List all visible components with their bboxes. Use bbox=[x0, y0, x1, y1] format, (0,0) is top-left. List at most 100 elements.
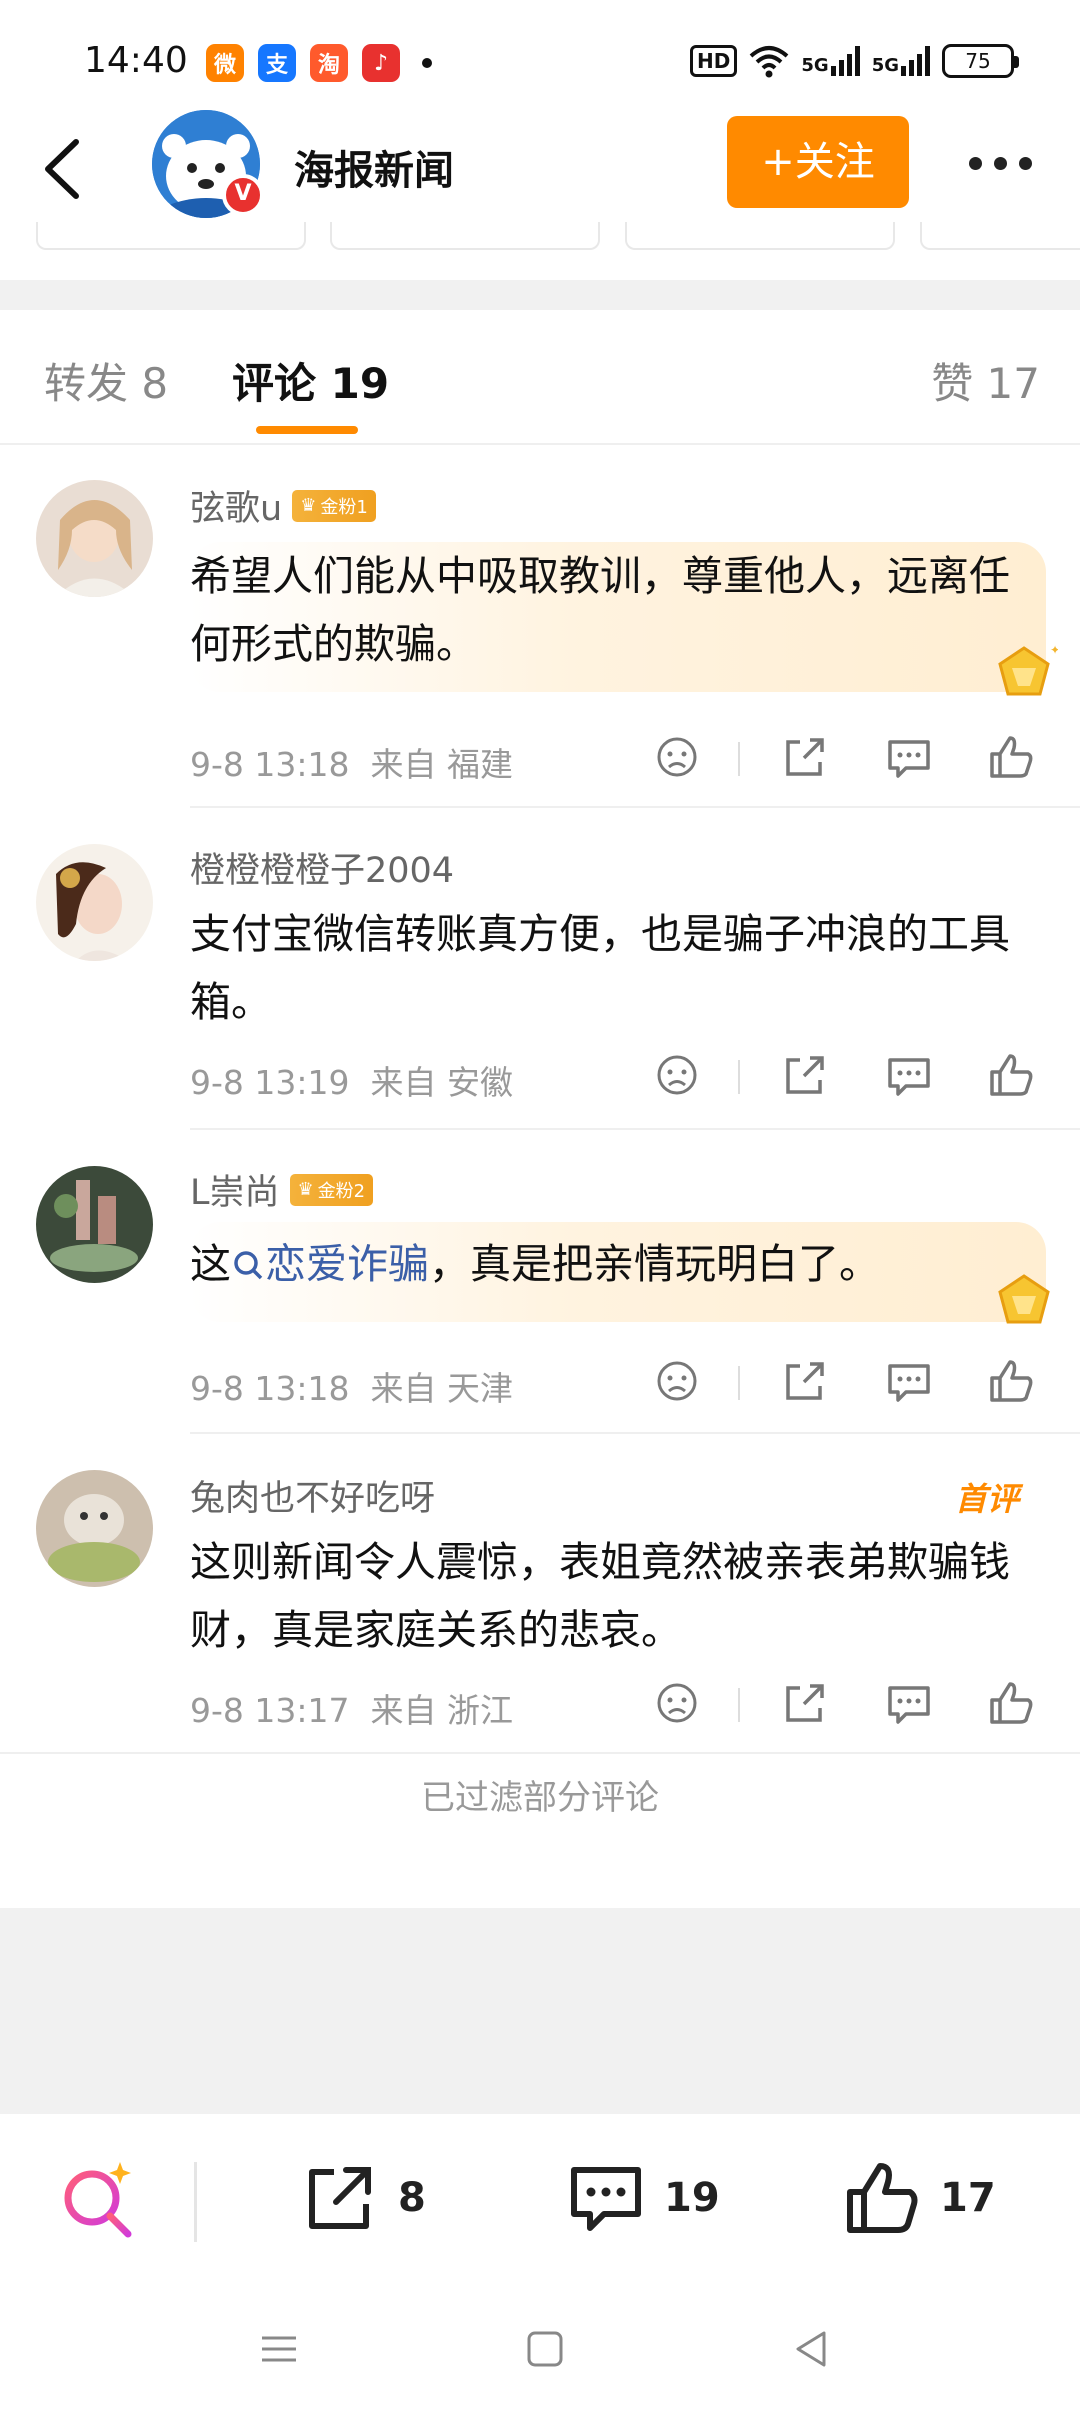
comment-actions bbox=[640, 1678, 1060, 1738]
status-indicators: HD 5G 5G 75 bbox=[690, 44, 1019, 78]
share-icon[interactable] bbox=[780, 1356, 830, 1406]
comment-username[interactable]: 橙橙橙橙子2004 bbox=[190, 842, 454, 893]
comment-text[interactable]: 这则新闻令人震惊，表姐竟然被亲表弟欺骗钱财，真是家庭关系的悲哀。 bbox=[190, 1528, 1040, 1664]
svg-text:✦: ✦ bbox=[1050, 643, 1058, 657]
super-search-icon[interactable] bbox=[58, 2154, 138, 2240]
media-card-strip bbox=[0, 222, 1080, 252]
more-options-icon[interactable] bbox=[960, 140, 1040, 186]
comment-actions bbox=[640, 732, 1060, 792]
comment-text[interactable]: 希望人们能从中吸取教训，尊重他人，远离任何形式的欺骗。 bbox=[190, 542, 1040, 678]
share-icon[interactable] bbox=[780, 1050, 830, 1100]
verified-badge-icon: V bbox=[222, 174, 264, 216]
comment-actions bbox=[640, 1050, 1060, 1110]
card-stub bbox=[330, 222, 600, 250]
hd-voice-icon: HD bbox=[690, 45, 738, 77]
reply-icon[interactable] bbox=[884, 1356, 934, 1406]
comment-count: 19 bbox=[664, 2175, 720, 2221]
comment-divider bbox=[190, 806, 1080, 808]
dislike-icon[interactable] bbox=[652, 732, 702, 782]
username-text: 兔肉也不好吃呀 bbox=[190, 1479, 436, 1519]
follow-button[interactable]: +关注 bbox=[727, 116, 909, 208]
dislike-icon[interactable] bbox=[652, 1356, 702, 1406]
filtered-comments-notice[interactable]: 已过滤部分评论 bbox=[0, 1770, 1080, 1819]
avatar[interactable] bbox=[36, 844, 153, 961]
battery-icon: 75 bbox=[942, 44, 1019, 78]
alipay-icon: 支 bbox=[258, 44, 296, 82]
back-triangle-icon[interactable] bbox=[786, 2324, 836, 2374]
back-arrow-icon[interactable] bbox=[36, 134, 96, 204]
topic-search-icon bbox=[234, 1251, 263, 1280]
gold-crown-icon bbox=[998, 1274, 1050, 1324]
avatar[interactable] bbox=[36, 1166, 153, 1283]
taobao-icon: 淘 bbox=[310, 44, 348, 82]
comment-divider bbox=[190, 1128, 1080, 1130]
system-nav-bar bbox=[0, 2284, 1080, 2414]
reply-icon[interactable] bbox=[884, 732, 934, 782]
share-icon[interactable] bbox=[780, 732, 830, 782]
comment-meta: 9-8 13:17 来自 浙江 bbox=[190, 1691, 513, 1730]
repost-count: 8 bbox=[398, 2175, 426, 2221]
tab-comments[interactable]: 评论 19 bbox=[232, 350, 389, 411]
active-tab-indicator bbox=[256, 426, 358, 434]
account-name[interactable]: 海报新闻 bbox=[294, 138, 454, 196]
menu-icon[interactable] bbox=[254, 2324, 304, 2374]
like-icon[interactable] bbox=[986, 1678, 1036, 1728]
fan-level-badge: 金粉2 bbox=[289, 1173, 374, 1206]
like-button[interactable]: 17 bbox=[842, 2158, 996, 2238]
like-icon[interactable] bbox=[986, 732, 1036, 782]
avatar[interactable] bbox=[36, 1470, 153, 1587]
repost-button[interactable]: 8 bbox=[300, 2158, 426, 2238]
more-notifications-dot bbox=[422, 58, 432, 68]
comment-button[interactable]: 19 bbox=[566, 2158, 720, 2238]
username-text: 橙橙橙橙子2004 bbox=[190, 851, 455, 891]
comment-icon bbox=[571, 2167, 641, 2231]
avatar[interactable] bbox=[36, 480, 153, 597]
comment-divider bbox=[0, 1752, 1080, 1754]
comment-actions bbox=[640, 1356, 1060, 1416]
repost-icon bbox=[309, 2167, 371, 2229]
top-nav-bar: V 海报新闻 +关注 bbox=[0, 110, 1080, 220]
section-gap bbox=[0, 280, 1080, 310]
tab-repost[interactable]: 转发 8 bbox=[44, 350, 168, 411]
action-divider bbox=[738, 742, 740, 776]
comment-meta: 9-8 13:18 来自 福建 bbox=[190, 745, 513, 784]
status-time: 14:40 bbox=[84, 40, 188, 81]
home-square-icon[interactable] bbox=[520, 2324, 570, 2374]
comment-meta: 9-8 13:19 来自 安徽 bbox=[190, 1063, 513, 1102]
card-stub bbox=[920, 222, 1080, 250]
thumbs-up-icon bbox=[847, 2163, 918, 2233]
comment-username[interactable]: 兔肉也不好吃呀 bbox=[190, 1470, 435, 1521]
signal-5g-icon-1: 5G bbox=[801, 46, 860, 76]
topic-link[interactable]: 恋爱诈骗 bbox=[231, 1240, 429, 1288]
wifi-icon bbox=[750, 46, 789, 78]
like-count: 17 bbox=[940, 2175, 996, 2221]
first-comment-badge: 首评 bbox=[955, 1480, 1020, 1518]
reply-icon[interactable] bbox=[884, 1678, 934, 1728]
tab-likes[interactable]: 赞 17 bbox=[931, 350, 1040, 411]
action-divider bbox=[738, 1060, 740, 1094]
music-icon: ♪ bbox=[362, 44, 400, 82]
action-divider bbox=[738, 1688, 740, 1722]
comment-text[interactable]: 支付宝微信转账真方便，也是骗子冲浪的工具箱。 bbox=[190, 900, 1040, 1036]
gold-crown-icon: ✦ bbox=[998, 643, 1058, 696]
reply-icon[interactable] bbox=[884, 1050, 934, 1100]
like-icon[interactable] bbox=[986, 1356, 1036, 1406]
empty-area bbox=[0, 1908, 1080, 2114]
like-icon[interactable] bbox=[986, 1050, 1036, 1100]
comment-text: 这恋爱诈骗，真是把亲情玩明白了。 bbox=[190, 1240, 880, 1288]
bottom-action-bar: 8 19 17 bbox=[0, 2114, 1080, 2284]
action-divider bbox=[738, 1366, 740, 1400]
comment-username[interactable]: L崇尚 金粉2 bbox=[190, 1164, 374, 1215]
dislike-icon[interactable] bbox=[652, 1050, 702, 1100]
username-text: L崇尚 bbox=[190, 1173, 280, 1213]
comment-username[interactable]: 弦歌u 金粉1 bbox=[190, 480, 376, 531]
dislike-icon[interactable] bbox=[652, 1678, 702, 1728]
card-stub bbox=[36, 222, 306, 250]
fan-level-badge: 金粉1 bbox=[292, 489, 376, 522]
notification-icons: 微 支 淘 ♪ bbox=[206, 44, 432, 82]
card-stub bbox=[625, 222, 895, 250]
interaction-tabs: 转发 8 评论 19 赞 17 bbox=[0, 310, 1080, 445]
share-icon[interactable] bbox=[780, 1678, 830, 1728]
username-text: 弦歌u bbox=[190, 489, 283, 529]
comment-divider bbox=[190, 1432, 1080, 1434]
